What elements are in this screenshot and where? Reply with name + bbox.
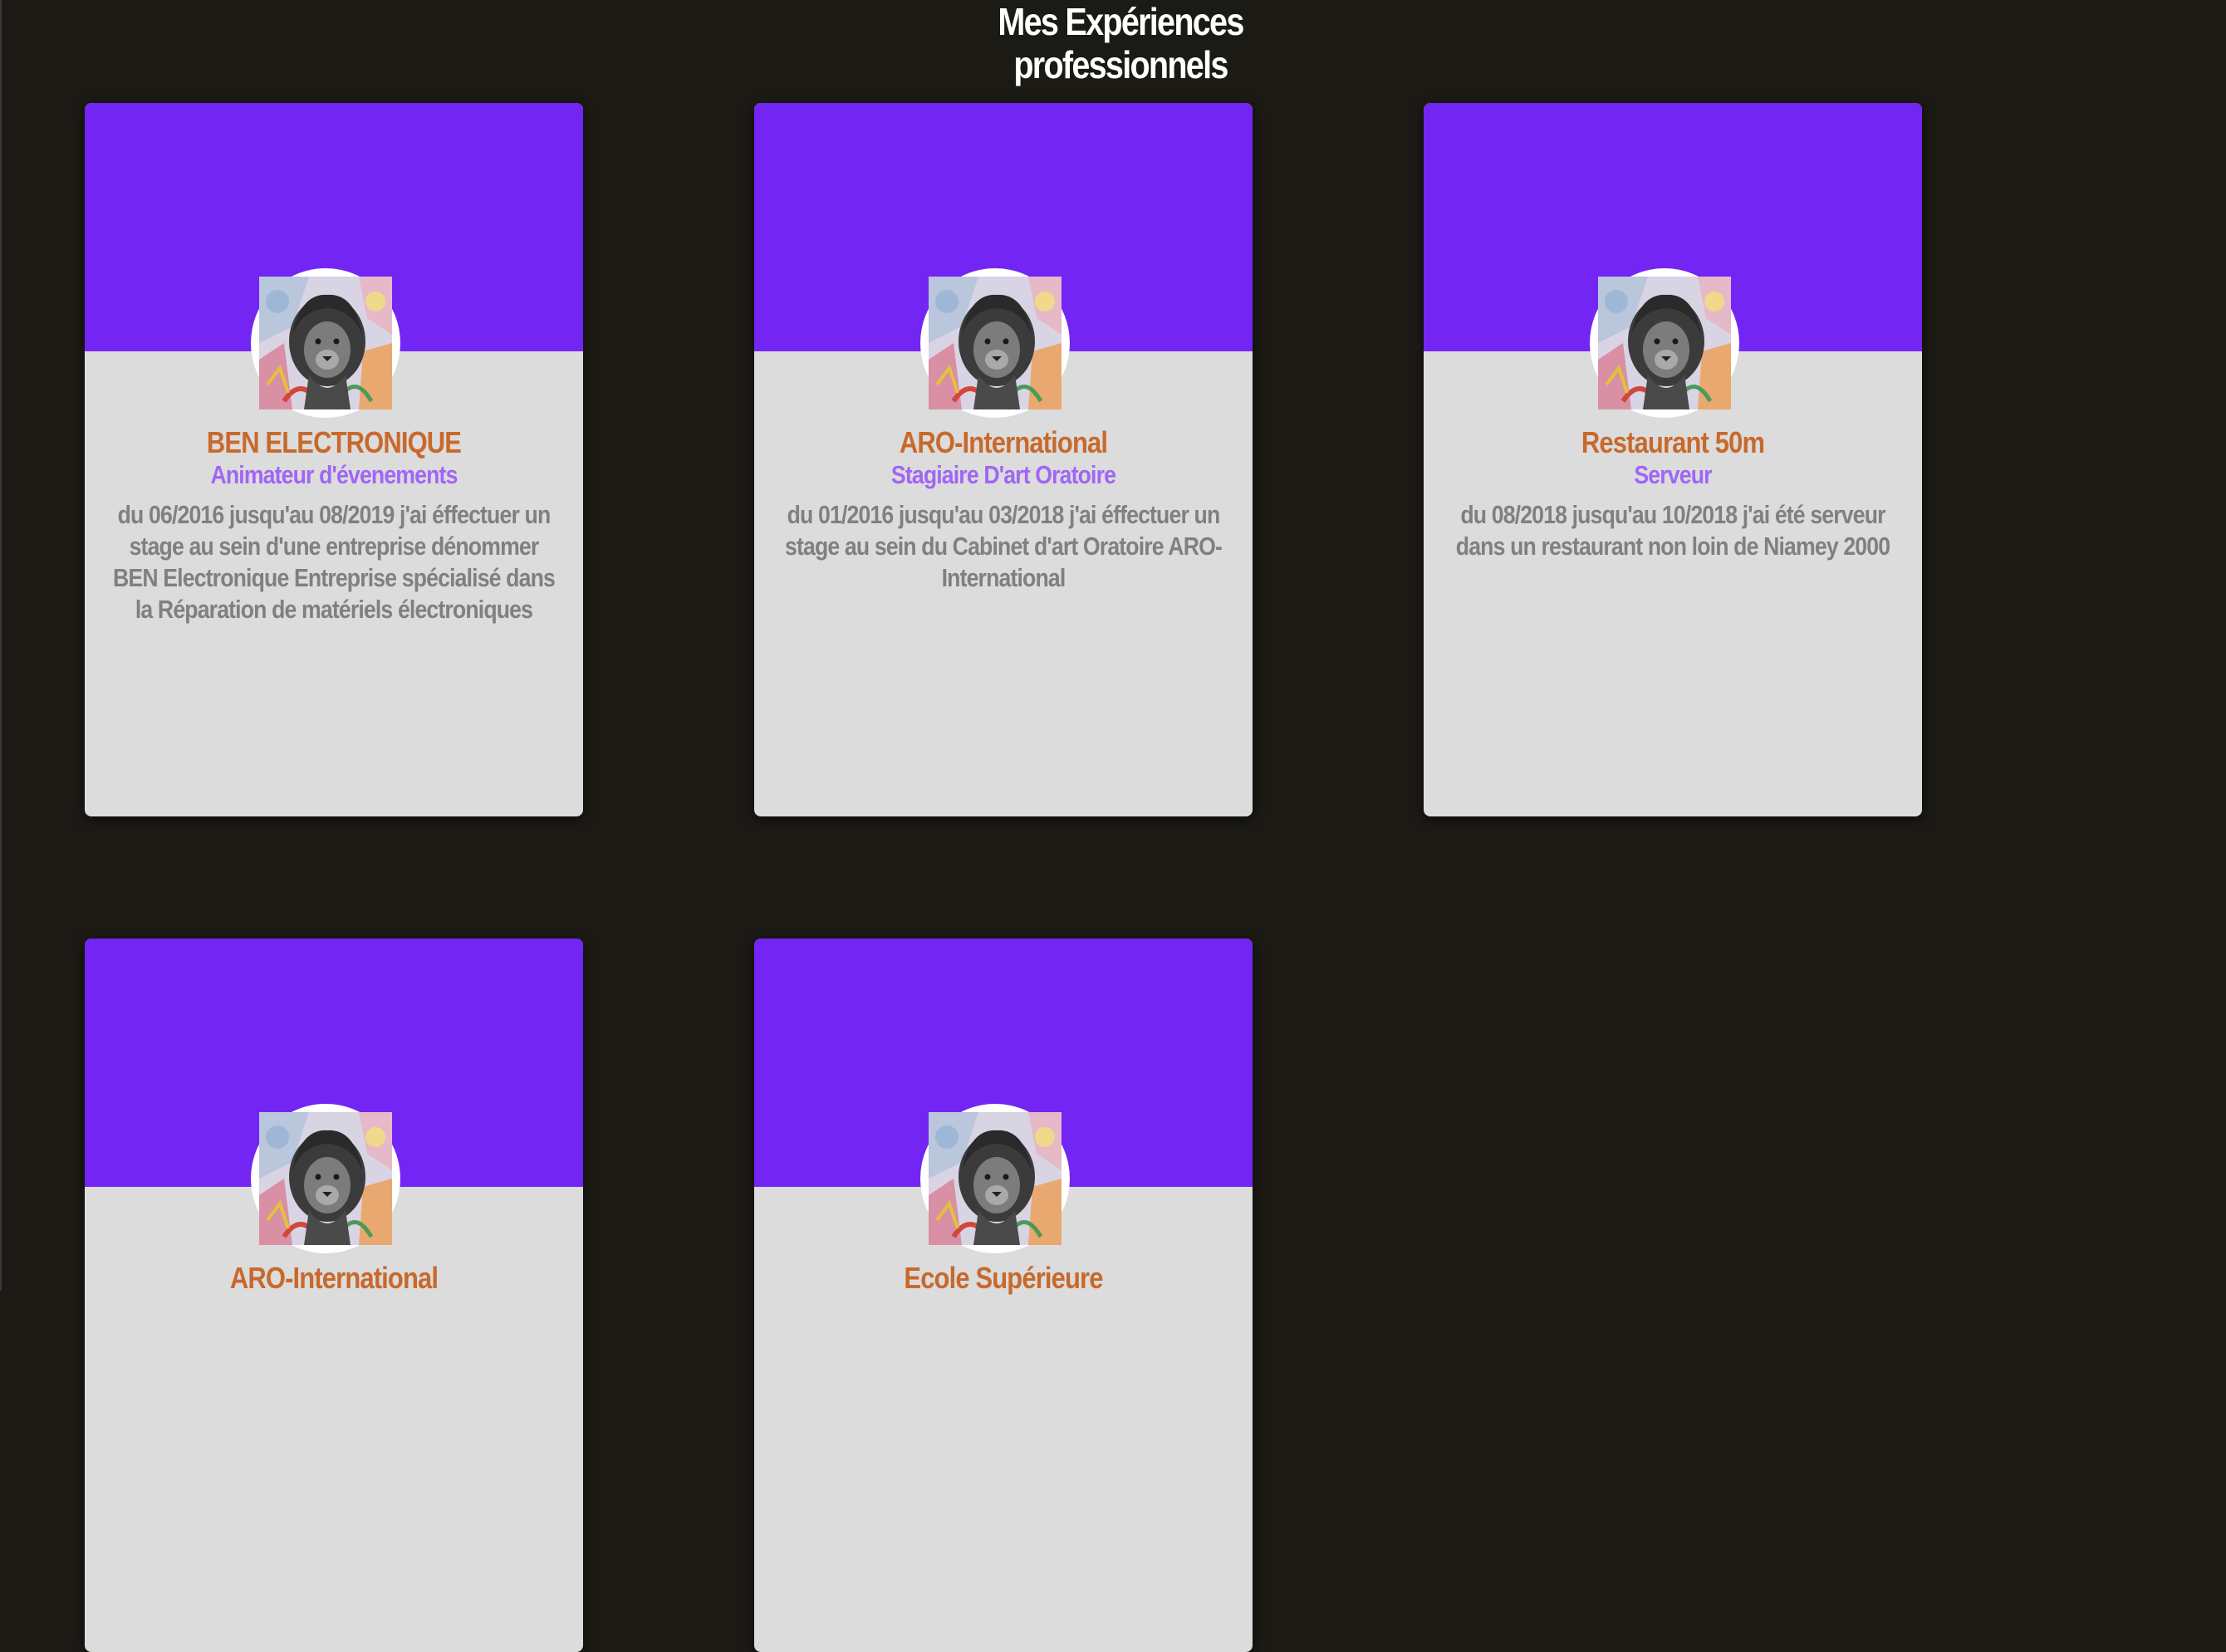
lion-portrait-icon	[929, 1112, 1062, 1245]
page-title: Mes Expériences professionnels	[998, 0, 1244, 86]
avatar	[251, 268, 400, 418]
card-description: du 06/2016 jusqu'au 08/2019 j'ai éffectu…	[113, 500, 556, 624]
card-role: Animateur d'évenements	[210, 460, 458, 489]
avatar	[920, 268, 1070, 418]
avatar	[251, 1104, 400, 1253]
experience-card: ARO-International Stagiaire D'art Oratoi…	[754, 103, 1253, 816]
experience-card: BEN ELECTRONIQUE Animateur d'évenements …	[85, 103, 583, 816]
card-description: du 01/2016 jusqu'au 03/2018 j'ai éffectu…	[785, 500, 1223, 592]
avatar	[1590, 268, 1739, 418]
card-role: Serveur	[1634, 460, 1712, 489]
card-company: Restaurant 50m	[1581, 425, 1765, 459]
experience-card: ARO-International	[85, 939, 583, 1652]
card-role: Stagiaire D'art Oratoire	[890, 460, 1116, 489]
card-company: ARO-International	[899, 425, 1108, 459]
lion-portrait-icon	[929, 277, 1062, 409]
lion-portrait-icon	[259, 1112, 392, 1245]
experience-card: Restaurant 50m Serveur du 08/2018 jusqu'…	[1424, 103, 1922, 816]
card-company: BEN ELECTRONIQUE	[206, 425, 462, 459]
experience-card: Ecole Supérieure	[754, 939, 1253, 1652]
card-description: du 08/2018 jusqu'au 10/2018 j'ai été ser…	[1455, 500, 1890, 561]
lion-portrait-icon	[259, 277, 392, 409]
avatar	[920, 1104, 1070, 1253]
lion-portrait-icon	[1598, 277, 1731, 409]
